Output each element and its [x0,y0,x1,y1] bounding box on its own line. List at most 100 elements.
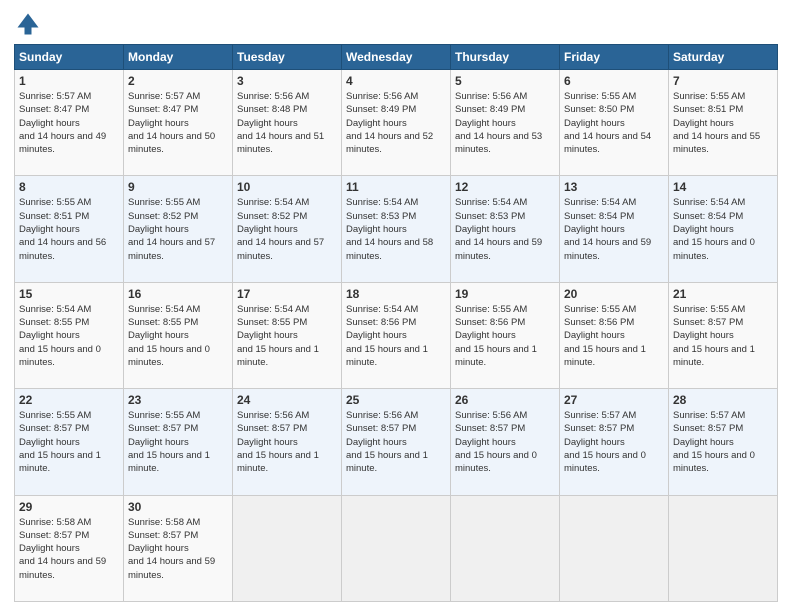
day-info: Sunrise: 5:58 AM Sunset: 8:57 PM Dayligh… [128,516,228,582]
day-number: 21 [673,287,773,301]
daylight-duration: and 15 hours and 1 minute. [128,450,210,474]
daylight-duration: and 14 hours and 57 minutes. [237,237,324,261]
day-info: Sunrise: 5:54 AM Sunset: 8:52 PM Dayligh… [237,196,337,262]
daylight-duration: and 14 hours and 58 minutes. [346,237,433,261]
daylight-label: Daylight hours [237,437,298,448]
sunrise: Sunrise: 5:54 AM [564,197,636,208]
calendar-cell: 24 Sunrise: 5:56 AM Sunset: 8:57 PM Dayl… [233,389,342,495]
sunrise: Sunrise: 5:57 AM [673,410,745,421]
calendar-cell: 27 Sunrise: 5:57 AM Sunset: 8:57 PM Dayl… [560,389,669,495]
day-number: 1 [19,74,119,88]
daylight-label: Daylight hours [19,543,80,554]
sunset: Sunset: 8:48 PM [237,104,307,115]
daylight-duration: and 14 hours and 56 minutes. [19,237,106,261]
day-number: 13 [564,180,664,194]
calendar-cell: 7 Sunrise: 5:55 AM Sunset: 8:51 PM Dayli… [669,70,778,176]
sunset: Sunset: 8:56 PM [455,317,525,328]
day-info: Sunrise: 5:54 AM Sunset: 8:55 PM Dayligh… [19,303,119,369]
calendar-cell: 6 Sunrise: 5:55 AM Sunset: 8:50 PM Dayli… [560,70,669,176]
day-number: 19 [455,287,555,301]
daylight-label: Daylight hours [673,330,734,341]
sunrise: Sunrise: 5:55 AM [128,197,200,208]
daylight-label: Daylight hours [673,118,734,129]
daylight-duration: and 14 hours and 53 minutes. [455,131,542,155]
sunrise: Sunrise: 5:55 AM [564,304,636,315]
sunset: Sunset: 8:57 PM [19,423,89,434]
calendar-cell: 8 Sunrise: 5:55 AM Sunset: 8:51 PM Dayli… [15,176,124,282]
calendar-cell: 13 Sunrise: 5:54 AM Sunset: 8:54 PM Dayl… [560,176,669,282]
day-info: Sunrise: 5:58 AM Sunset: 8:57 PM Dayligh… [19,516,119,582]
day-number: 14 [673,180,773,194]
calendar-cell: 30 Sunrise: 5:58 AM Sunset: 8:57 PM Dayl… [124,495,233,601]
daylight-label: Daylight hours [237,118,298,129]
sunset: Sunset: 8:53 PM [455,211,525,222]
day-number: 23 [128,393,228,407]
calendar-cell: 23 Sunrise: 5:55 AM Sunset: 8:57 PM Dayl… [124,389,233,495]
sunrise: Sunrise: 5:55 AM [673,304,745,315]
day-number: 28 [673,393,773,407]
daylight-duration: and 15 hours and 0 minutes. [128,344,210,368]
day-number: 16 [128,287,228,301]
sunrise: Sunrise: 5:55 AM [19,410,91,421]
sunset: Sunset: 8:49 PM [346,104,416,115]
calendar-cell: 12 Sunrise: 5:54 AM Sunset: 8:53 PM Dayl… [451,176,560,282]
sunrise: Sunrise: 5:56 AM [455,91,527,102]
daylight-label: Daylight hours [19,437,80,448]
daylight-duration: and 14 hours and 50 minutes. [128,131,215,155]
day-info: Sunrise: 5:56 AM Sunset: 8:57 PM Dayligh… [346,409,446,475]
sunset: Sunset: 8:57 PM [19,530,89,541]
day-info: Sunrise: 5:57 AM Sunset: 8:47 PM Dayligh… [128,90,228,156]
day-number: 30 [128,500,228,514]
day-info: Sunrise: 5:54 AM Sunset: 8:53 PM Dayligh… [455,196,555,262]
calendar-cell: 21 Sunrise: 5:55 AM Sunset: 8:57 PM Dayl… [669,282,778,388]
calendar-cell: 4 Sunrise: 5:56 AM Sunset: 8:49 PM Dayli… [342,70,451,176]
day-info: Sunrise: 5:57 AM Sunset: 8:47 PM Dayligh… [19,90,119,156]
sunrise: Sunrise: 5:55 AM [564,91,636,102]
day-number: 10 [237,180,337,194]
sunrise: Sunrise: 5:56 AM [455,410,527,421]
daylight-duration: and 15 hours and 0 minutes. [455,450,537,474]
day-info: Sunrise: 5:57 AM Sunset: 8:57 PM Dayligh… [564,409,664,475]
day-number: 26 [455,393,555,407]
calendar-cell: 1 Sunrise: 5:57 AM Sunset: 8:47 PM Dayli… [15,70,124,176]
day-info: Sunrise: 5:56 AM Sunset: 8:57 PM Dayligh… [237,409,337,475]
sunrise: Sunrise: 5:56 AM [346,410,418,421]
day-info: Sunrise: 5:57 AM Sunset: 8:57 PM Dayligh… [673,409,773,475]
sunrise: Sunrise: 5:54 AM [19,304,91,315]
sunset: Sunset: 8:55 PM [237,317,307,328]
day-number: 18 [346,287,446,301]
day-number: 5 [455,74,555,88]
daylight-label: Daylight hours [128,543,189,554]
sunset: Sunset: 8:55 PM [19,317,89,328]
day-number: 24 [237,393,337,407]
calendar-cell: 10 Sunrise: 5:54 AM Sunset: 8:52 PM Dayl… [233,176,342,282]
daylight-duration: and 15 hours and 0 minutes. [564,450,646,474]
day-number: 6 [564,74,664,88]
day-info: Sunrise: 5:55 AM Sunset: 8:57 PM Dayligh… [128,409,228,475]
col-header-tuesday: Tuesday [233,45,342,70]
calendar-cell: 5 Sunrise: 5:56 AM Sunset: 8:49 PM Dayli… [451,70,560,176]
calendar-cell: 16 Sunrise: 5:54 AM Sunset: 8:55 PM Dayl… [124,282,233,388]
calendar-cell: 28 Sunrise: 5:57 AM Sunset: 8:57 PM Dayl… [669,389,778,495]
sunset: Sunset: 8:57 PM [673,423,743,434]
daylight-duration: and 14 hours and 52 minutes. [346,131,433,155]
daylight-duration: and 14 hours and 54 minutes. [564,131,651,155]
calendar-table: SundayMondayTuesdayWednesdayThursdayFrid… [14,44,778,602]
sunrise: Sunrise: 5:54 AM [346,304,418,315]
calendar-cell [342,495,451,601]
day-number: 20 [564,287,664,301]
week-row-3: 15 Sunrise: 5:54 AM Sunset: 8:55 PM Dayl… [15,282,778,388]
col-header-wednesday: Wednesday [342,45,451,70]
week-row-4: 22 Sunrise: 5:55 AM Sunset: 8:57 PM Dayl… [15,389,778,495]
sunset: Sunset: 8:57 PM [128,530,198,541]
daylight-label: Daylight hours [564,330,625,341]
daylight-duration: and 15 hours and 0 minutes. [19,344,101,368]
sunset: Sunset: 8:51 PM [673,104,743,115]
calendar-cell: 3 Sunrise: 5:56 AM Sunset: 8:48 PM Dayli… [233,70,342,176]
daylight-label: Daylight hours [455,224,516,235]
daylight-label: Daylight hours [19,118,80,129]
sunset: Sunset: 8:53 PM [346,211,416,222]
day-info: Sunrise: 5:56 AM Sunset: 8:49 PM Dayligh… [346,90,446,156]
daylight-duration: and 14 hours and 59 minutes. [128,556,215,580]
day-info: Sunrise: 5:55 AM Sunset: 8:56 PM Dayligh… [564,303,664,369]
